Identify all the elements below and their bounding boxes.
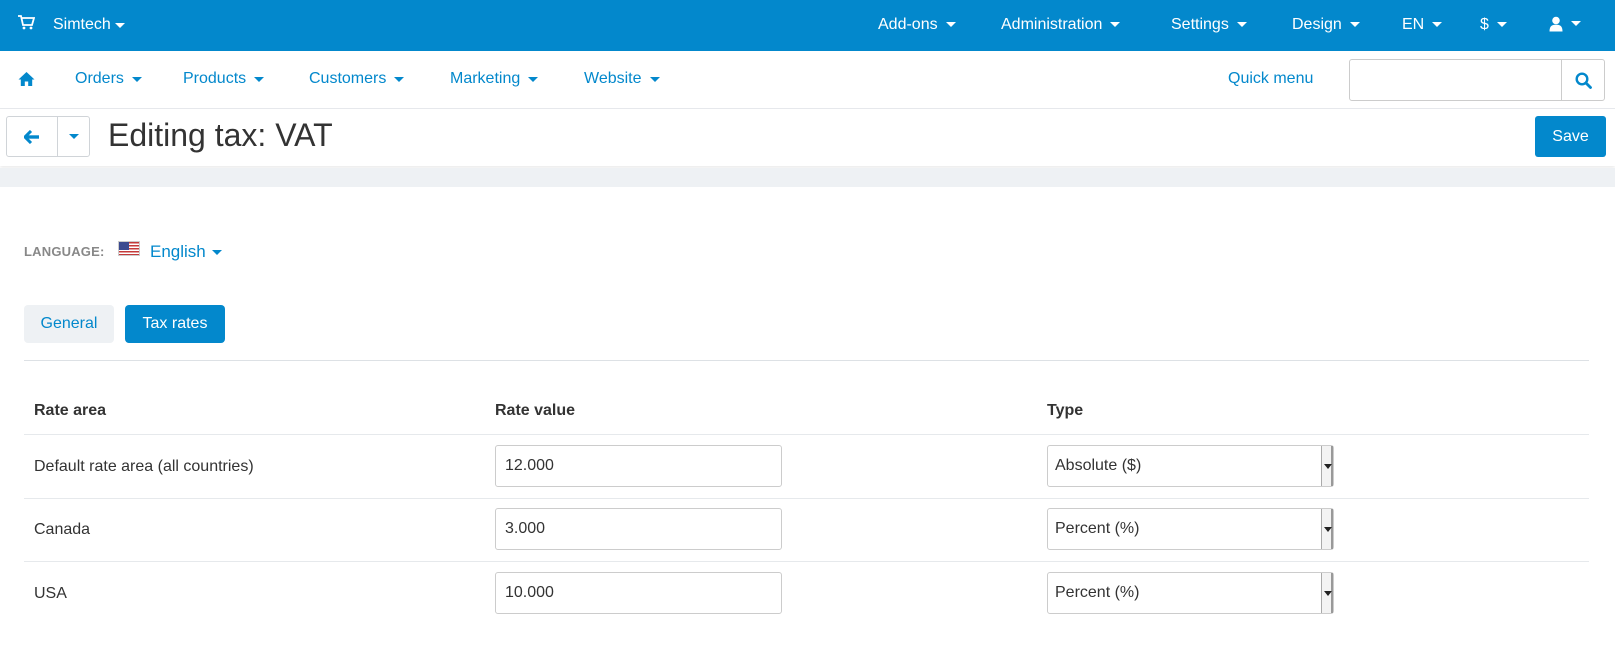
column-header-rate-value: Rate value [495, 402, 576, 419]
us-flag-icon [118, 241, 140, 256]
rate-type-value: Percent (%) [1055, 520, 1140, 537]
main-nav: Orders Products Customers Marketing Webs… [0, 51, 1615, 109]
nav-marketing-label: Marketing [450, 70, 521, 87]
search-button[interactable] [1561, 59, 1605, 101]
chevron-down-icon [1349, 21, 1360, 27]
nav-website[interactable]: Website [584, 70, 660, 88]
menu-currency[interactable]: $ [1480, 16, 1507, 34]
menu-addons[interactable]: Add-ons [878, 16, 956, 34]
row-divider [24, 561, 1589, 562]
menu-addons-label: Add-ons [878, 16, 938, 33]
chevron-down-icon [1571, 20, 1581, 26]
nav-customers-label: Customers [309, 70, 387, 87]
rate-area-name: Canada [34, 521, 91, 538]
tab-tax-rates[interactable]: Tax rates [125, 305, 225, 343]
menu-design[interactable]: Design [1292, 16, 1360, 34]
rate-type-select[interactable]: Percent (%) [1047, 508, 1334, 550]
nav-orders[interactable]: Orders [75, 70, 142, 88]
menu-account[interactable] [1549, 16, 1581, 32]
search-icon [1574, 71, 1592, 89]
column-header-rate-area: Rate area [34, 402, 107, 419]
home-icon[interactable] [18, 71, 35, 87]
store-name: Simtech [53, 16, 111, 33]
top-bar: Simtech Add-ons Administration Settings … [0, 0, 1615, 51]
nav-orders-label: Orders [75, 70, 124, 87]
divider-strip [0, 168, 1615, 187]
chevron-down-icon [114, 22, 125, 28]
rate-type-select[interactable]: Absolute ($) [1047, 445, 1334, 487]
page-title: Editing tax: VAT [108, 117, 333, 153]
store-switcher[interactable]: Simtech [53, 16, 125, 34]
menu-language-label: EN [1402, 16, 1425, 33]
rate-value-input[interactable]: 3.000 [495, 508, 782, 550]
chevron-down-icon [1110, 21, 1121, 27]
menu-administration[interactable]: Administration [1001, 16, 1121, 34]
rate-type-value: Percent (%) [1055, 584, 1140, 601]
nav-products-label: Products [183, 70, 247, 87]
row-divider [24, 498, 1589, 499]
language-label: LANGUAGE: [24, 244, 105, 259]
user-icon [1549, 16, 1563, 32]
chevron-down-icon [131, 76, 142, 82]
quick-menu-link[interactable]: Quick menu [1228, 70, 1313, 88]
chevron-down-icon [1432, 21, 1443, 27]
nav-customers[interactable]: Customers [309, 70, 405, 88]
menu-design-label: Design [1292, 16, 1342, 33]
rate-area-name: USA [34, 585, 67, 602]
chevron-down-icon [1496, 21, 1507, 27]
chevron-down-icon [1236, 21, 1247, 27]
menu-settings-label: Settings [1171, 16, 1229, 33]
language-value: English [150, 242, 206, 261]
chevron-down-icon [394, 76, 405, 82]
language-selector[interactable]: English [150, 242, 222, 262]
select-arrow-icon [1321, 509, 1333, 549]
rate-type-value: Absolute ($) [1055, 457, 1142, 474]
rate-area-name: Default rate area (all countries) [34, 458, 254, 475]
menu-currency-label: $ [1480, 16, 1489, 33]
menu-language[interactable]: EN [1402, 16, 1443, 34]
chevron-down-icon [945, 21, 956, 27]
chevron-down-icon [68, 134, 79, 139]
rate-value-input[interactable]: 12.000 [495, 445, 782, 487]
cart-icon[interactable] [17, 14, 35, 30]
chevron-down-icon [254, 76, 265, 82]
menu-administration-label: Administration [1001, 16, 1103, 33]
arrow-left-icon [24, 129, 39, 144]
chevron-down-icon [211, 249, 222, 255]
title-bar: Editing tax: VAT Save [0, 109, 1615, 166]
search-input[interactable] [1349, 59, 1562, 101]
select-arrow-icon [1321, 573, 1333, 613]
menu-settings[interactable]: Settings [1171, 16, 1247, 34]
chevron-down-icon [528, 76, 539, 82]
select-arrow-icon [1321, 446, 1333, 486]
back-button[interactable] [6, 116, 58, 157]
save-button[interactable]: Save [1535, 116, 1606, 157]
row-divider [24, 434, 1589, 435]
actions-dropdown-button[interactable] [57, 116, 90, 157]
nav-website-label: Website [584, 70, 642, 87]
nav-marketing[interactable]: Marketing [450, 70, 539, 88]
tabs-divider [24, 360, 1589, 361]
rate-type-select[interactable]: Percent (%) [1047, 572, 1334, 614]
rate-value-input[interactable]: 10.000 [495, 572, 782, 614]
nav-products[interactable]: Products [183, 70, 265, 88]
chevron-down-icon [649, 76, 660, 82]
column-header-type: Type [1047, 402, 1084, 419]
tab-general[interactable]: General [24, 305, 114, 343]
